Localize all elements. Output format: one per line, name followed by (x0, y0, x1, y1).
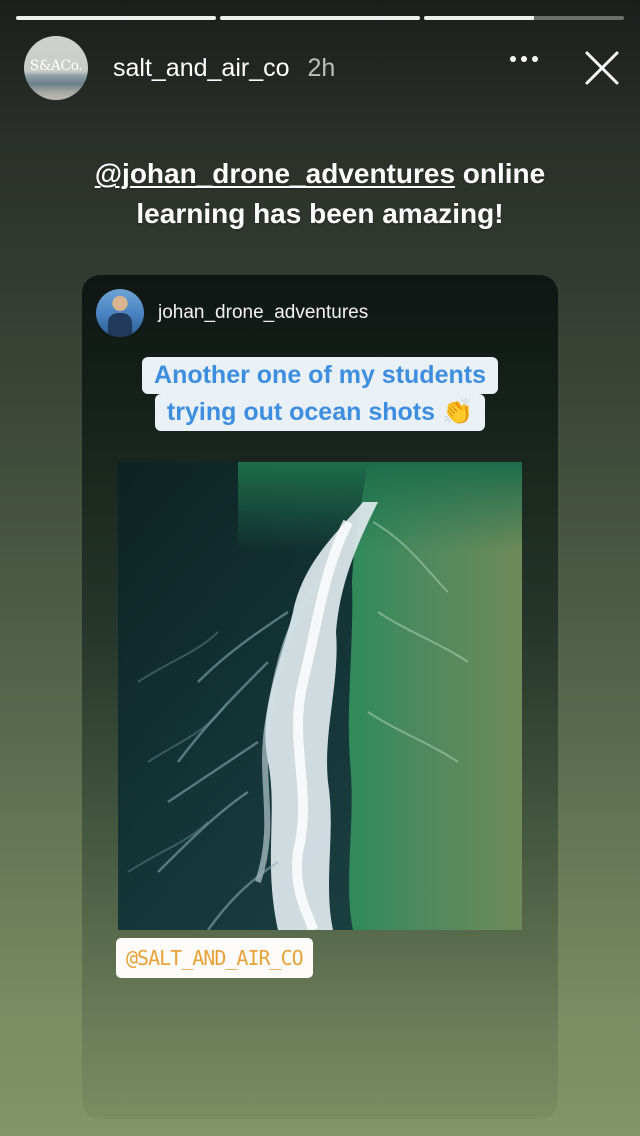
shared-post-header: johan_drone_adventures (96, 289, 368, 337)
avatar[interactable]: S&ACo. (24, 36, 88, 100)
more-options-icon[interactable] (510, 56, 538, 62)
story-header: S&ACo. salt_and_air_co 2h (24, 36, 620, 100)
progress-segment (220, 16, 420, 20)
sticker-line: Another one of my students (142, 357, 498, 394)
story-caption: @johan_drone_adventures online learning … (40, 154, 600, 234)
sticker-line: trying out ocean shots 👏 (154, 394, 486, 431)
shared-post-card[interactable]: johan_drone_adventures Another one of my… (82, 275, 558, 1119)
mention-link[interactable]: @johan_drone_adventures (95, 158, 455, 189)
close-icon[interactable] (584, 50, 620, 86)
mention-tag-sticker[interactable]: @SALT_AND_AIR_CO (116, 938, 313, 978)
shared-post-username[interactable]: johan_drone_adventures (158, 302, 368, 324)
progress-segment (16, 16, 216, 20)
username[interactable]: salt_and_air_co (113, 54, 290, 83)
timestamp: 2h (307, 53, 336, 82)
text-sticker: Another one of my students trying out oc… (82, 357, 558, 431)
story-progress (16, 16, 624, 20)
avatar-logo-text: S&ACo. (29, 58, 83, 74)
progress-segment (424, 16, 624, 20)
ocean-aerial-photo (118, 462, 522, 930)
shared-post-avatar[interactable] (96, 289, 144, 337)
